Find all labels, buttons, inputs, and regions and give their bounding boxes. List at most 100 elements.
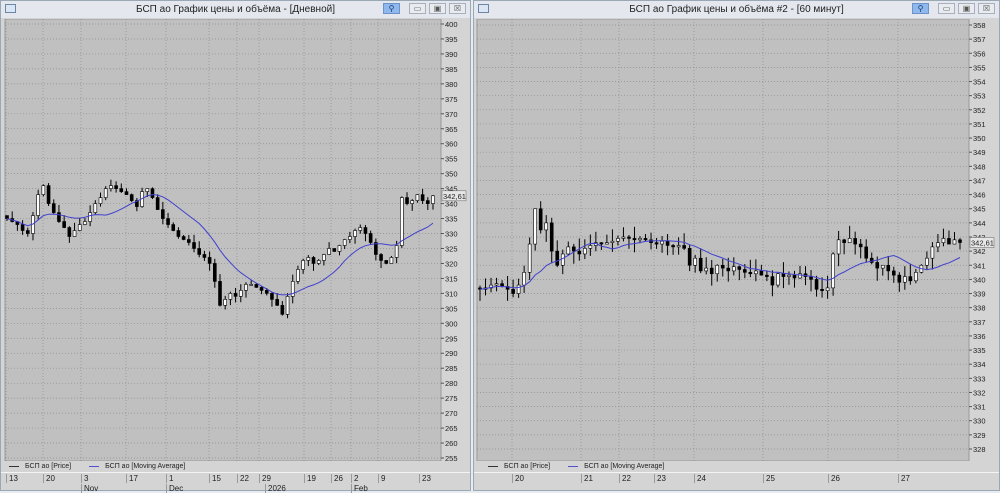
close-button[interactable]: ☒ xyxy=(978,3,995,14)
candle-body xyxy=(187,239,191,243)
minimize-button[interactable]: ▭ xyxy=(409,3,426,14)
date-label: 15 xyxy=(209,474,221,483)
candle-body xyxy=(88,212,92,222)
date-axis: 20 21 22 23 24 25 26 27 xyxy=(474,472,999,493)
candle-body xyxy=(792,274,797,279)
link-icon[interactable]: ⚲ xyxy=(912,3,929,14)
candle-body xyxy=(836,239,841,255)
date-label: 27 xyxy=(898,474,910,483)
daily-chart-window[interactable]: БСП ао График цены и объёма - [Дневной] … xyxy=(0,0,471,493)
y-tick-label: 290 xyxy=(445,349,458,358)
candle-body xyxy=(223,299,227,306)
date-label: 24 xyxy=(694,474,706,483)
window-icon xyxy=(478,4,489,13)
date-label: 22 xyxy=(619,474,631,483)
date-label: 21 xyxy=(581,474,593,483)
candle-body xyxy=(693,257,697,266)
candle-body xyxy=(759,270,764,276)
hourly-chart-window[interactable]: БСП ао График цены и объёма #2 - [60 мин… xyxy=(473,0,1000,491)
candle-body xyxy=(842,239,846,243)
date-label: 20 xyxy=(512,474,524,483)
candle-body xyxy=(560,253,565,266)
y-tick-label: 354 xyxy=(973,78,986,87)
candle-body xyxy=(494,283,499,286)
candle-body xyxy=(301,260,305,270)
title-bar[interactable]: БСП ао График цены и объёма #2 - [60 мин… xyxy=(474,1,999,18)
candle-body xyxy=(161,209,165,219)
candle-body xyxy=(192,242,196,249)
y-tick-label: 334 xyxy=(973,360,986,369)
y-tick-label: 350 xyxy=(973,134,986,143)
candle-body xyxy=(720,264,725,269)
y-tick-label: 358 xyxy=(973,21,986,30)
minimize-button[interactable]: ▭ xyxy=(938,3,955,14)
y-tick-label: 265 xyxy=(445,424,458,433)
candle-body xyxy=(511,288,515,294)
y-tick-label: 315 xyxy=(445,274,458,283)
candle-body xyxy=(270,293,274,300)
y-tick-label: 335 xyxy=(973,346,986,355)
candle-body xyxy=(249,284,253,286)
maximize-button[interactable]: ▣ xyxy=(429,3,446,14)
candle-body xyxy=(36,194,40,216)
y-tick-label: 320 xyxy=(445,259,458,268)
date-label: 17 xyxy=(126,474,138,483)
candle-body xyxy=(704,267,709,272)
last-price-label: 342,61 xyxy=(443,192,466,201)
date-label: 1 xyxy=(166,474,173,483)
y-tick-label: 331 xyxy=(973,403,986,412)
candle-body xyxy=(858,243,863,248)
candle-body xyxy=(202,254,207,258)
candle xyxy=(129,193,134,203)
date-label: 20 xyxy=(43,474,55,483)
legend-price-label: БСП ао [Price] xyxy=(25,463,72,470)
candle-body xyxy=(654,242,659,245)
candle-body xyxy=(754,270,758,275)
candle-body xyxy=(880,264,885,269)
date-label: 3 xyxy=(81,474,88,483)
candle-body xyxy=(726,267,731,272)
window-title: БСП ао График цены и объёма #2 - [60 мин… xyxy=(629,4,844,15)
candle xyxy=(332,248,337,252)
candle-body xyxy=(731,266,736,272)
y-tick-label: 335 xyxy=(445,215,458,224)
candle-body xyxy=(687,248,692,266)
y-tick-label: 380 xyxy=(445,80,458,89)
candle-body xyxy=(952,239,957,245)
candle-body xyxy=(533,208,537,245)
candle-body xyxy=(555,250,560,266)
candle-body xyxy=(765,274,769,277)
candle-body xyxy=(176,230,181,237)
candle-body xyxy=(420,194,425,201)
candle-body xyxy=(46,185,51,204)
candle-body xyxy=(787,274,791,277)
title-bar[interactable]: БСП ао График цены и объёма - [Дневной] … xyxy=(1,1,470,18)
candle-body xyxy=(311,257,316,264)
link-icon[interactable]: ⚲ xyxy=(383,3,400,14)
y-tick-label: 275 xyxy=(445,394,458,403)
candle-body xyxy=(57,212,61,222)
month-label: Nov xyxy=(81,484,98,493)
maximize-button[interactable]: ▣ xyxy=(958,3,975,14)
y-tick-label: 352 xyxy=(973,106,986,115)
y-tick-label: 295 xyxy=(445,334,458,343)
y-tick-label: 328 xyxy=(973,445,986,454)
date-label: 13 xyxy=(6,474,18,483)
candle-body xyxy=(864,246,869,259)
candle-body xyxy=(638,238,642,241)
candle xyxy=(41,184,46,197)
price-chart[interactable]: 4003953903853803753703653603553503453403… xyxy=(1,19,471,461)
close-button[interactable]: ☒ xyxy=(449,3,466,14)
date-label: 2 xyxy=(351,474,358,483)
candle-body xyxy=(914,272,918,282)
candle-body xyxy=(908,276,913,282)
candle-body xyxy=(632,238,637,241)
candle-body xyxy=(875,262,880,269)
candle-body xyxy=(616,238,620,242)
candle-body xyxy=(394,245,399,258)
candle-body xyxy=(847,238,852,243)
candle-body xyxy=(254,284,259,288)
price-chart[interactable]: 358 357 356 355 354 353 352 351 350 349 348 347 346 3… xyxy=(474,19,1000,461)
candle-body xyxy=(327,248,331,255)
y-tick-label: 305 xyxy=(445,304,458,313)
